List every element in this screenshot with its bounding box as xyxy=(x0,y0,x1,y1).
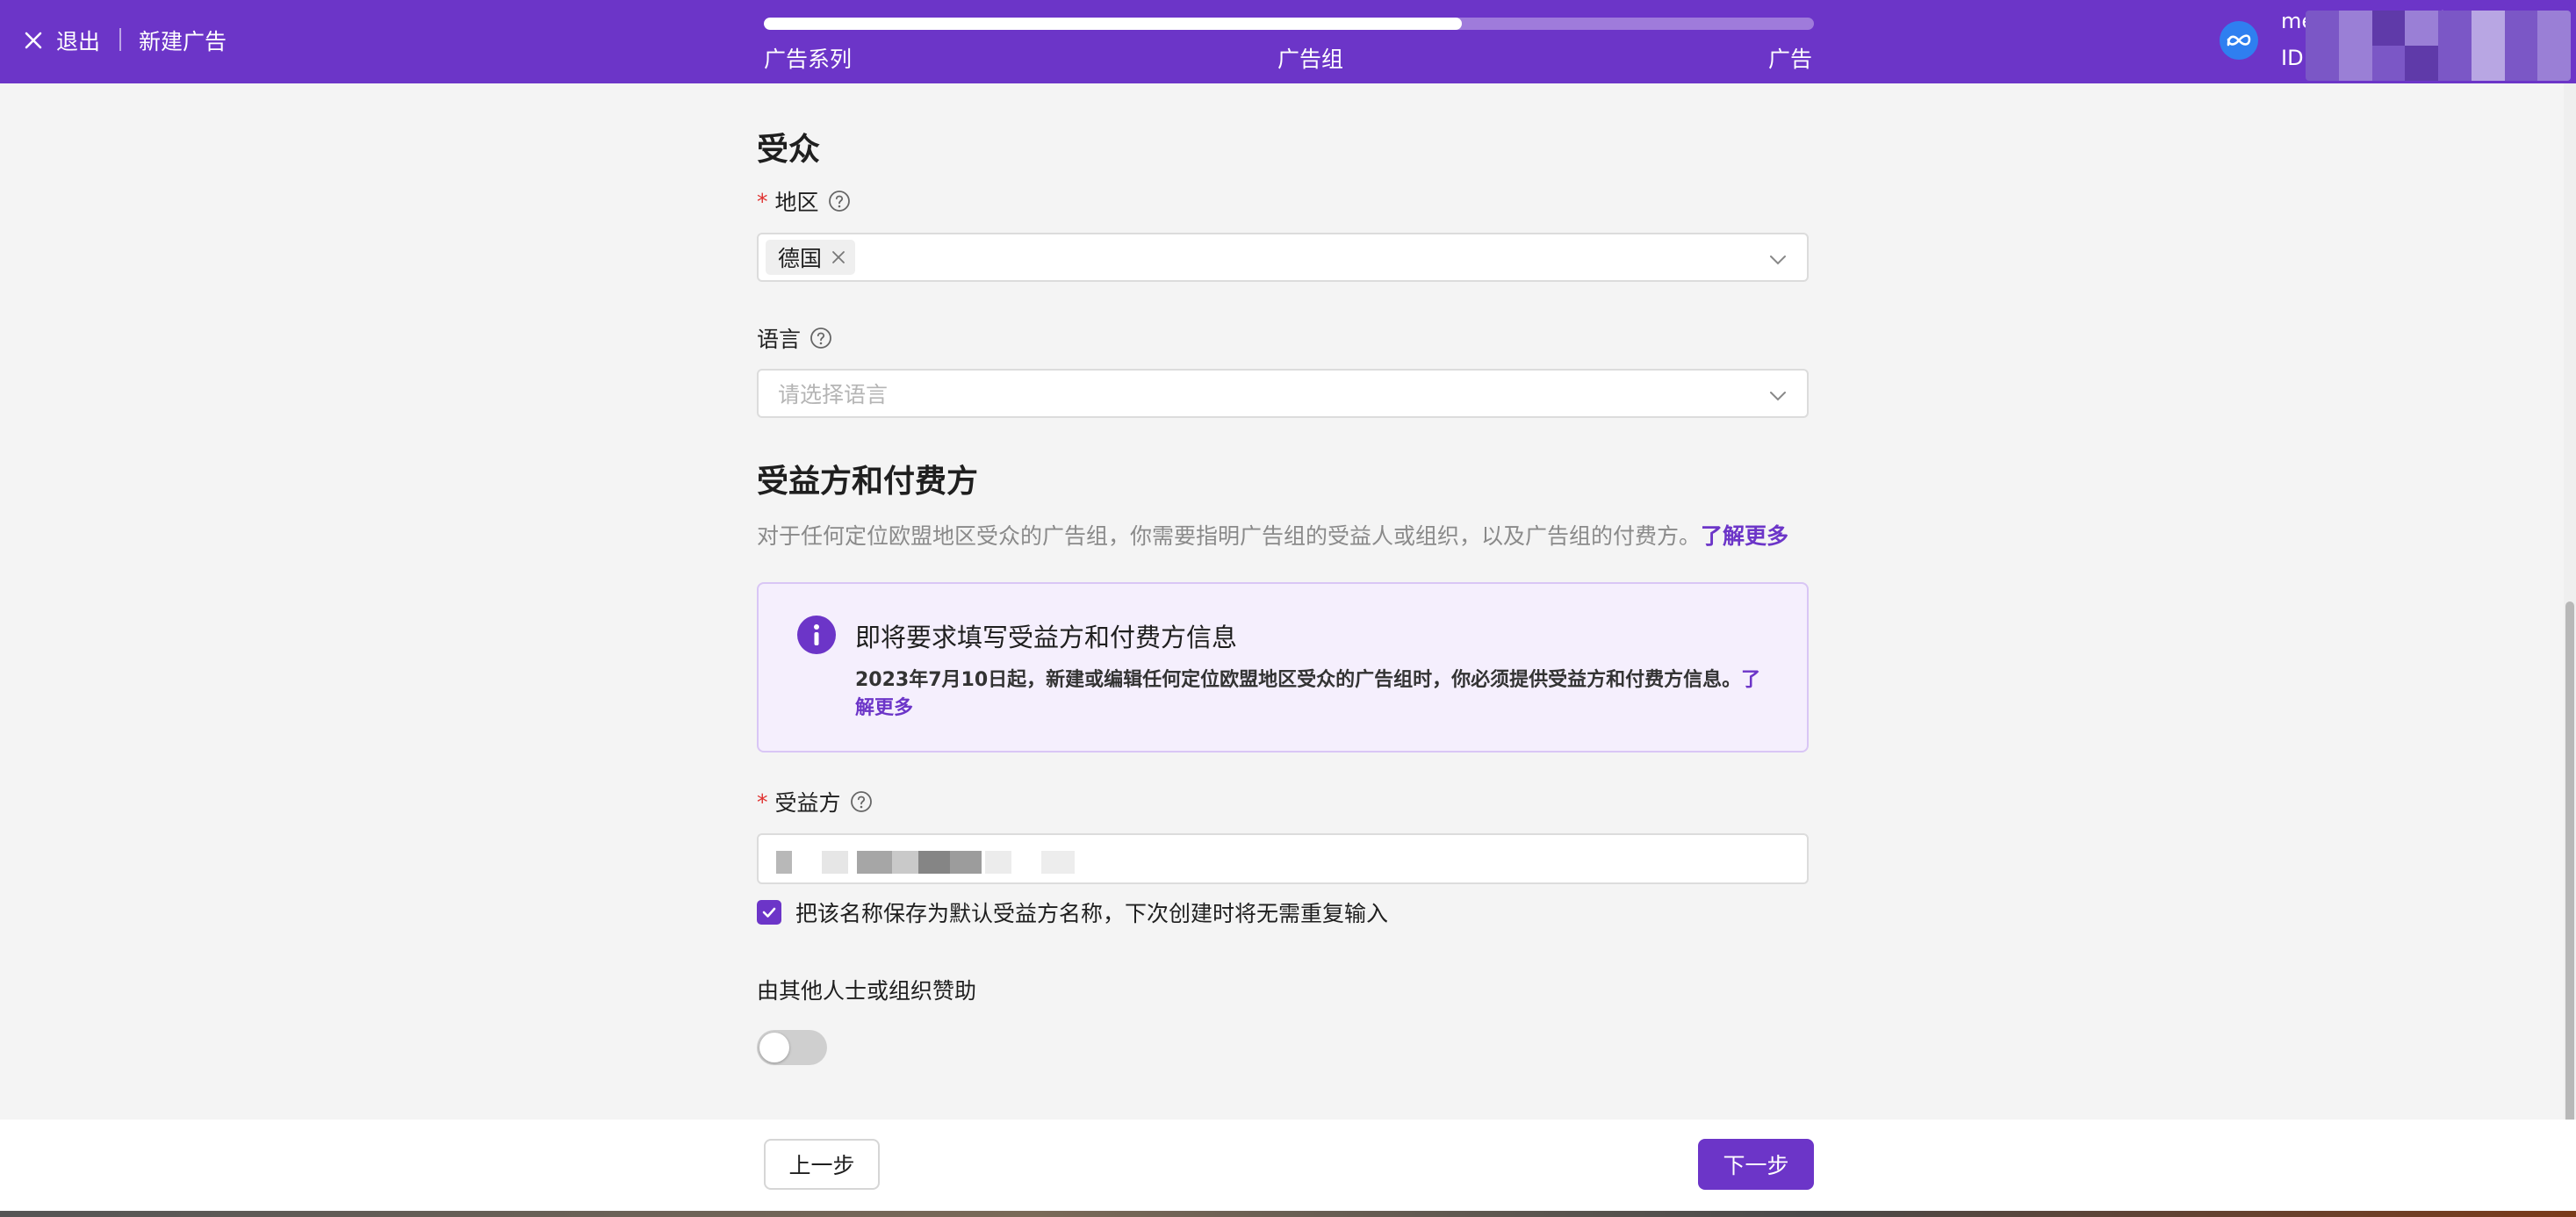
beneficiary-value-redaction-mask xyxy=(776,851,1075,874)
info-icon xyxy=(797,616,836,654)
scrollbar-thumb[interactable] xyxy=(2565,601,2574,1146)
save-default-label: 把该名称保存为默认受益方名称，下次创建时将无需重复输入 xyxy=(795,901,1389,926)
page-title: 新建广告 xyxy=(139,29,227,54)
required-mark: * xyxy=(757,789,768,815)
close-icon xyxy=(25,32,42,49)
region-tag: 德国 xyxy=(766,240,856,275)
beneficiary-section-title: 受益方和付费方 xyxy=(757,464,979,500)
save-default-checkbox[interactable] xyxy=(757,900,781,925)
beneficiary-input[interactable] xyxy=(757,833,1809,884)
region-tag-label: 德国 xyxy=(778,246,823,271)
notice-body: 2023年7月10日起，新建或编辑任何定位欧盟地区受众的广告组时，你必须提供受益… xyxy=(855,669,1742,691)
beneficiary-description: 对于任何定位欧盟地区受众的广告组，你需要指明广告组的受益人或组织，以及广告组的付… xyxy=(757,519,1788,551)
beneficiary-label: * 受益方 xyxy=(757,786,873,817)
language-label-text: 语言 xyxy=(757,327,802,352)
step-campaign[interactable]: 广告系列 xyxy=(764,42,852,74)
check-icon xyxy=(762,907,776,918)
language-placeholder: 请选择语言 xyxy=(778,382,889,407)
language-select[interactable]: 请选择语言 xyxy=(757,369,1809,418)
help-icon[interactable] xyxy=(828,190,851,212)
sponsored-label-text: 由其他人士或组织赞助 xyxy=(757,978,977,1004)
sponsored-toggle[interactable] xyxy=(757,1030,827,1065)
footer-bar: 上一步 下一步 xyxy=(0,1120,2576,1211)
sponsored-label: 由其他人士或组织赞助 xyxy=(757,974,976,1005)
help-icon[interactable] xyxy=(809,327,832,349)
tag-remove-icon[interactable] xyxy=(831,249,846,265)
region-label-text: 地区 xyxy=(774,190,819,215)
help-icon[interactable] xyxy=(850,790,873,813)
desktop-edge xyxy=(0,1211,2576,1217)
region-select[interactable]: 德国 xyxy=(757,233,1809,282)
account-id-label: ID xyxy=(2281,46,2304,70)
description-text: 对于任何定位欧盟地区受众的广告组，你需要指明广告组的受益人或组织，以及广告组的付… xyxy=(757,523,1702,549)
toggle-knob xyxy=(759,1033,789,1062)
progress-fill xyxy=(764,18,1463,30)
meta-logo-icon xyxy=(2220,21,2258,60)
audience-title: 受众 xyxy=(757,132,821,168)
step-ad-group[interactable]: 广告组 xyxy=(1277,42,1343,74)
language-label: 语言 xyxy=(757,322,832,354)
chevron-down-icon xyxy=(1770,392,1786,401)
exit-button[interactable]: 退出 xyxy=(23,23,100,58)
save-default-checkbox-row[interactable]: 把该名称保存为默认受益方名称，下次创建时将无需重复输入 xyxy=(757,897,1388,928)
scrollbar[interactable] xyxy=(2564,83,2576,1146)
learn-more-link[interactable]: 了解更多 xyxy=(1701,523,1788,549)
account-redaction-mask xyxy=(2306,11,2571,81)
step-ad[interactable]: 广告 xyxy=(1768,42,1812,74)
header-divider xyxy=(119,28,121,51)
chevron-down-icon xyxy=(1770,256,1786,265)
progress-bar xyxy=(764,18,1814,30)
beneficiary-label-text: 受益方 xyxy=(774,790,841,816)
region-label: * 地区 xyxy=(757,185,851,217)
notice-title: 即将要求填写受益方和付费方信息 xyxy=(855,623,1238,652)
top-bar: 退出 新建广告 广告系列 广告组 广告 meetgames测试dokang_12… xyxy=(0,0,2576,83)
previous-button[interactable]: 上一步 xyxy=(764,1139,880,1190)
next-button[interactable]: 下一步 xyxy=(1698,1139,1814,1190)
required-mark: * xyxy=(757,188,768,214)
exit-label: 退出 xyxy=(56,29,101,54)
notice-text: 2023年7月10日起，新建或编辑任何定位欧盟地区受众的广告组时，你必须提供受益… xyxy=(855,666,1777,723)
info-notice: 即将要求填写受益方和付费方信息 2023年7月10日起，新建或编辑任何定位欧盟地… xyxy=(757,582,1809,753)
